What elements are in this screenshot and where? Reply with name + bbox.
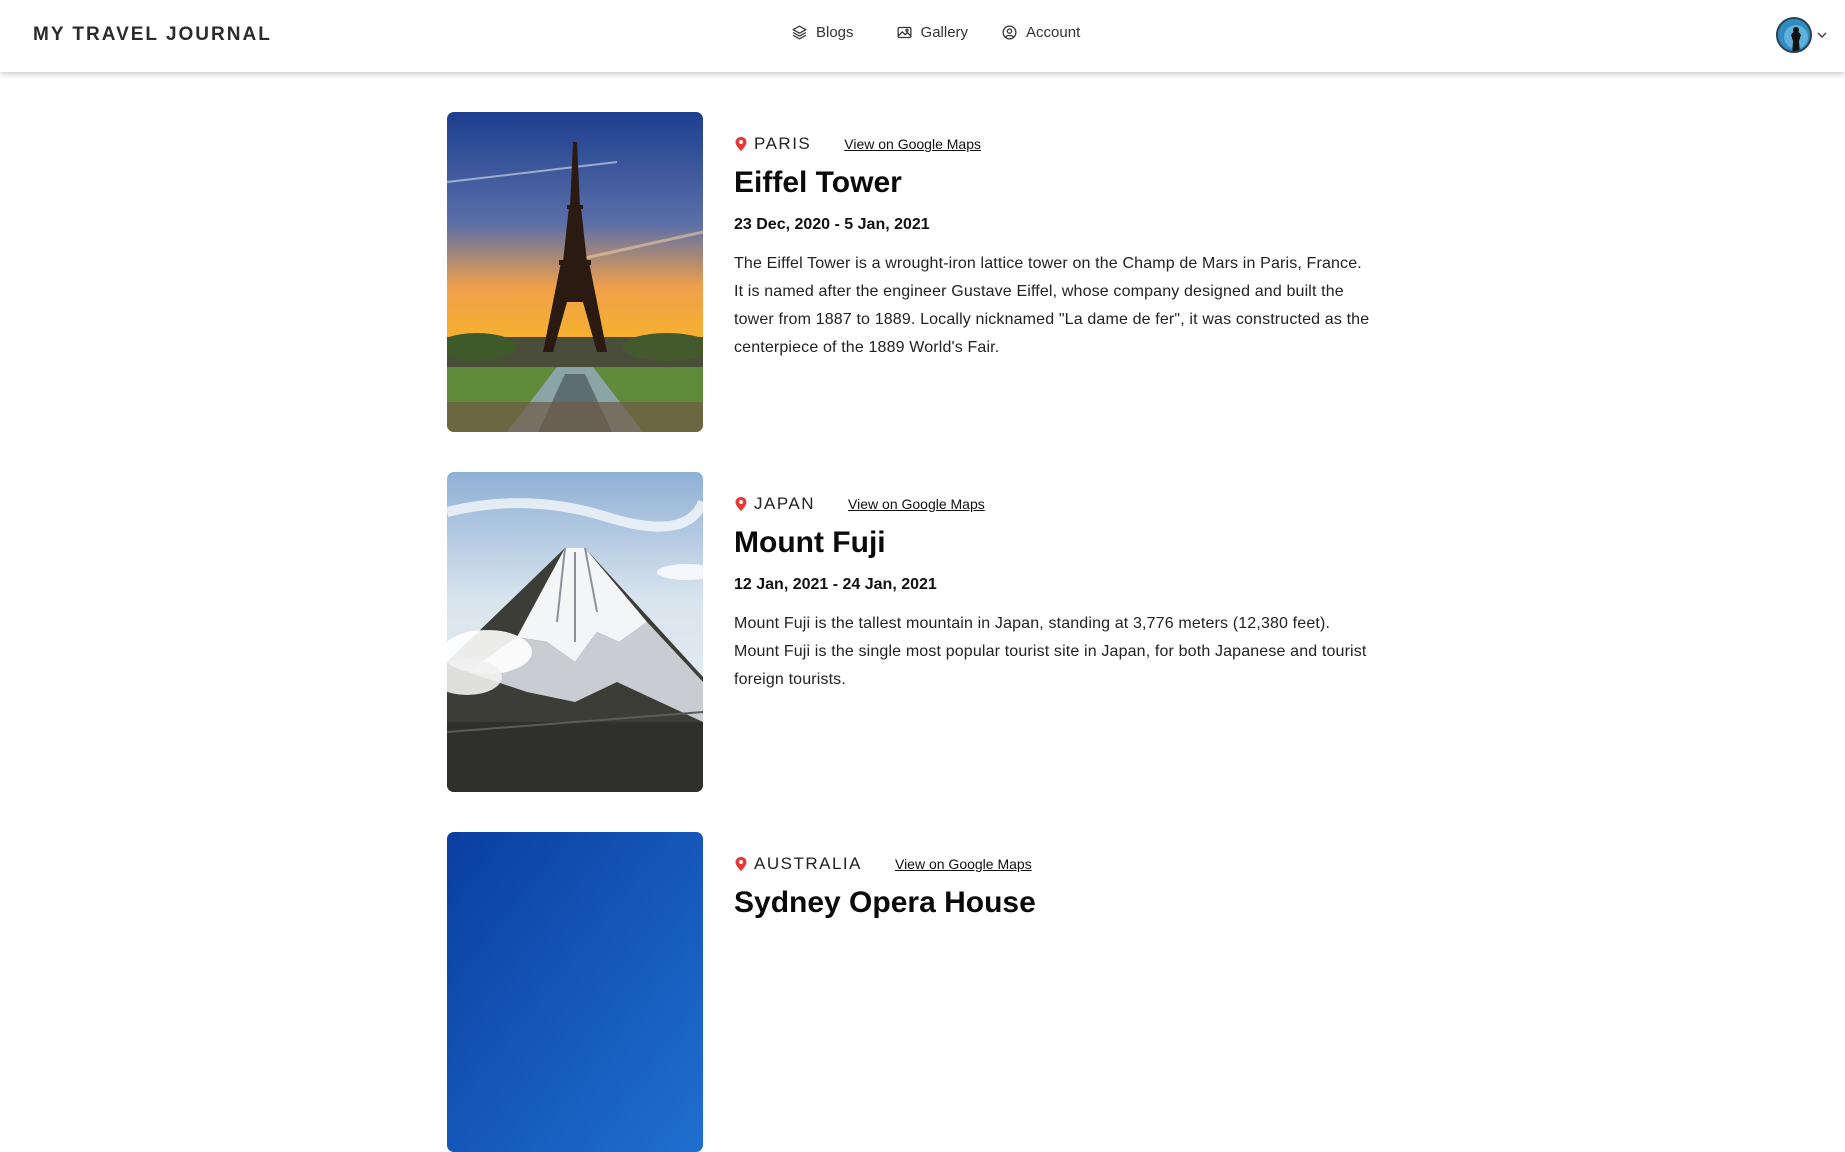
map-pin-icon — [735, 857, 747, 871]
main-nav: Blogs Gallery Account — [791, 24, 1080, 41]
image-icon — [897, 26, 912, 39]
nav-item-account[interactable]: Account — [1001, 24, 1080, 41]
location-row: AUSTRALIA View on Google Maps — [734, 852, 1374, 876]
user-circle-icon — [1002, 25, 1017, 40]
entry-info: JAPAN View on Google Maps Mount Fuji 12 … — [734, 492, 1374, 694]
entry-photo-mount-fuji — [447, 472, 703, 792]
entry-title: Eiffel Tower — [734, 166, 902, 199]
site-brand[interactable]: MY TRAVEL JOURNAL — [33, 24, 272, 46]
chevron-down-icon — [1817, 32, 1827, 39]
nav-item-blogs[interactable]: Blogs — [791, 24, 854, 41]
avatar — [1776, 17, 1812, 53]
location-label: JAPAN — [754, 494, 816, 513]
entry-title: Mount Fuji — [734, 526, 886, 559]
layers-icon — [792, 25, 807, 40]
account-menu-toggle[interactable] — [1776, 17, 1827, 53]
map-pin-icon — [735, 137, 747, 151]
map-pin-icon — [735, 497, 747, 511]
entry-dates: 23 Dec, 2020 - 5 Jan, 2021 — [734, 216, 930, 233]
entry-description: The Eiffel Tower is a wrought-iron latti… — [734, 255, 1370, 356]
google-maps-link[interactable]: View on Google Maps — [844, 136, 981, 152]
journal-entry: JAPAN View on Google Maps Mount Fuji 12 … — [447, 472, 1366, 792]
location-row: JAPAN View on Google Maps — [734, 492, 1374, 516]
entry-description: Mount Fuji is the tallest mountain in Ja… — [734, 615, 1367, 688]
entry-photo-eiffel-tower — [447, 112, 703, 432]
entry-info: PARIS View on Google Maps Eiffel Tower 2… — [734, 132, 1374, 362]
journal-entry: AUSTRALIA View on Google Maps Sydney Ope… — [447, 832, 1347, 1152]
entry-photo-sydney-opera-house — [447, 832, 703, 1152]
nav-item-gallery[interactable]: Gallery — [896, 24, 969, 41]
nav-item-label: Gallery — [920, 24, 969, 41]
entry-info: AUSTRALIA View on Google Maps Sydney Ope… — [734, 852, 1374, 920]
google-maps-link[interactable]: View on Google Maps — [848, 496, 985, 512]
nav-item-label: Blogs — [816, 24, 854, 41]
entry-title: Sydney Opera House — [734, 886, 1036, 919]
nav-item-label: Account — [1026, 24, 1081, 41]
top-navigation-bar: MY TRAVEL JOURNAL Blogs Gallery Account — [0, 0, 1845, 72]
location-row: PARIS View on Google Maps — [734, 132, 1374, 156]
entry-dates: 12 Jan, 2021 - 24 Jan, 2021 — [734, 576, 937, 593]
google-maps-link[interactable]: View on Google Maps — [895, 856, 1032, 872]
location-label: AUSTRALIA — [754, 854, 862, 873]
location-label: PARIS — [754, 134, 812, 153]
journal-entry: PARIS View on Google Maps Eiffel Tower 2… — [447, 112, 1369, 432]
